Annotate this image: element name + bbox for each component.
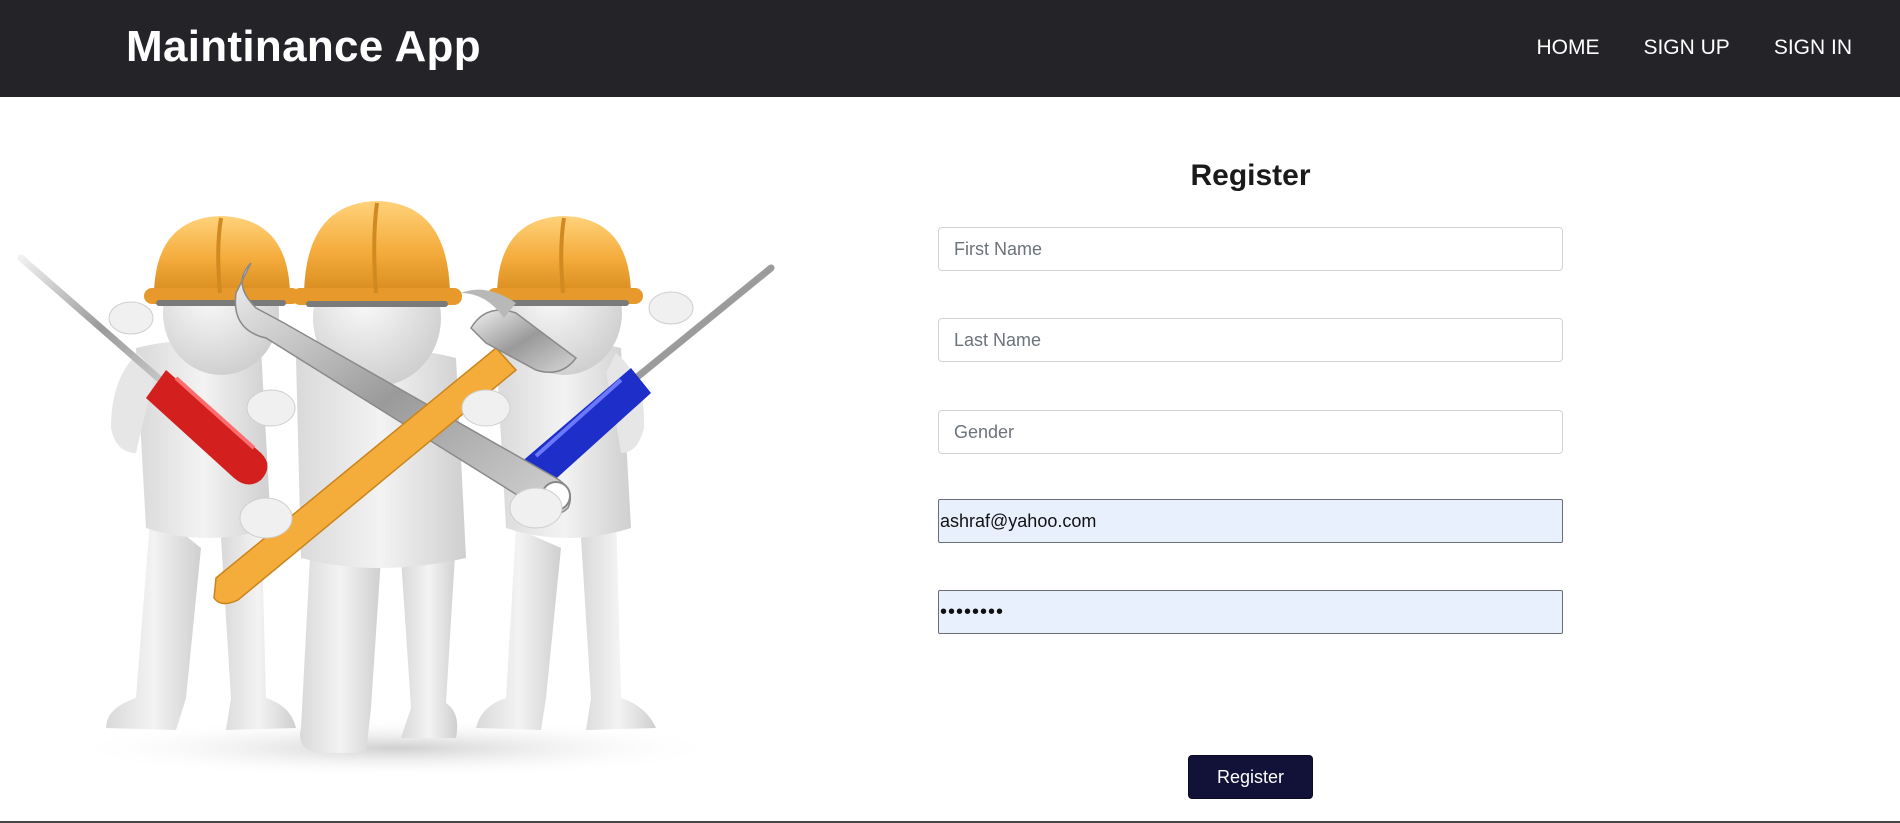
nav-links: HOME SIGN UP SIGN IN bbox=[1536, 36, 1852, 60]
gender-input[interactable] bbox=[938, 410, 1563, 454]
nav-link-home[interactable]: HOME bbox=[1536, 36, 1599, 60]
first-name-input[interactable] bbox=[938, 227, 1563, 271]
nav-link-sign-in[interactable]: SIGN IN bbox=[1774, 36, 1852, 60]
password-input[interactable] bbox=[938, 590, 1563, 634]
nav-link-sign-up[interactable]: SIGN UP bbox=[1643, 36, 1729, 60]
left-worker bbox=[106, 216, 300, 730]
top-navbar: Maintinance App HOME SIGN UP SIGN IN bbox=[0, 0, 1900, 97]
workers-illustration bbox=[16, 108, 776, 798]
app-brand[interactable]: Maintinance App bbox=[126, 22, 481, 72]
email-input[interactable] bbox=[938, 499, 1563, 543]
last-name-input[interactable] bbox=[938, 318, 1563, 362]
register-title: Register bbox=[1190, 159, 1311, 192]
register-button[interactable]: Register bbox=[1188, 755, 1313, 799]
workers-with-tools-image bbox=[17, 201, 775, 778]
